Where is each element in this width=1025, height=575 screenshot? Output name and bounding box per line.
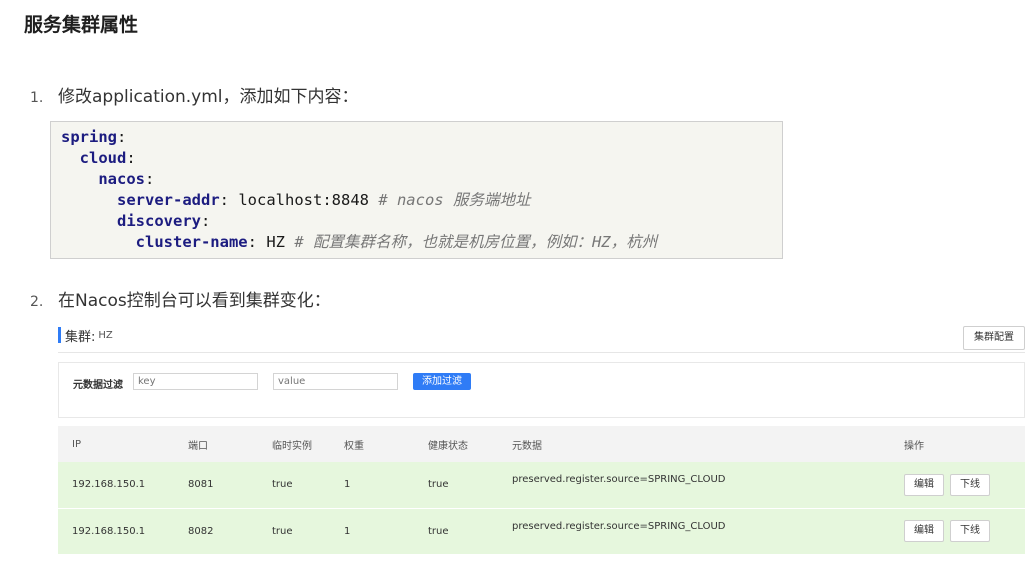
- cell-weight: 1: [330, 508, 414, 555]
- cell-ip: 192.168.150.1: [58, 462, 174, 509]
- code-val-server-addr: localhost:8848: [229, 191, 379, 209]
- cell-metadata: preserved.register.source=SPRING_CLOUD: [498, 508, 890, 555]
- column-header-port: 端口: [174, 426, 258, 462]
- table-row: 192.168.150.1 8082 true 1 true preserved…: [58, 508, 1025, 555]
- cluster-config-button[interactable]: 集群配置: [963, 326, 1025, 350]
- cell-actions: 编辑 下线: [890, 508, 1025, 555]
- code-key-cloud: cloud: [79, 149, 127, 167]
- edit-button[interactable]: 编辑: [904, 520, 944, 542]
- code-key-server-addr: server-addr: [117, 191, 220, 209]
- metadata-filter-box: 元数据过滤 添加过滤: [58, 362, 1025, 418]
- offline-button[interactable]: 下线: [950, 473, 990, 496]
- cell-ip: 192.168.150.1: [58, 508, 174, 555]
- page-title: 服务集群属性: [24, 14, 139, 36]
- edit-button[interactable]: 编辑: [904, 473, 944, 496]
- table-header-row: IP 端口 临时实例 权重 健康状态 元数据 操作: [58, 426, 1025, 462]
- code-key-nacos: nacos: [98, 170, 145, 188]
- column-header-healthy: 健康状态: [414, 426, 498, 462]
- cluster-name: HZ: [98, 329, 113, 341]
- step-1-number: 1.: [30, 90, 44, 106]
- metadata-filter-label: 元数据过滤: [73, 380, 123, 391]
- column-header-ip: IP: [58, 426, 174, 462]
- cluster-label: 集群:: [65, 329, 96, 345]
- step-2-number: 2.: [30, 294, 44, 310]
- step-1: 1. 修改application.yml，添加如下内容：: [30, 82, 359, 107]
- cluster-header: 集群: HZ: [58, 326, 113, 345]
- cell-weight: 1: [330, 462, 414, 509]
- cell-healthy: true: [414, 508, 498, 555]
- column-header-ephemeral: 临时实例: [258, 426, 330, 462]
- code-key-spring: spring: [61, 128, 117, 146]
- filter-key-input[interactable]: [133, 373, 258, 390]
- nacos-console-screenshot: 集群: HZ 集群配置 元数据过滤 添加过滤 IP 端口 临时实例 权重 健康状…: [58, 320, 1025, 570]
- step-1-text: 修改application.yml，添加如下内容：: [58, 87, 359, 107]
- cell-metadata: preserved.register.source=SPRING_CLOUD: [498, 462, 890, 509]
- code-val-cluster-name: HZ: [256, 233, 295, 251]
- cluster-accent-bar: [58, 327, 61, 343]
- filter-value-input[interactable]: [273, 373, 398, 390]
- offline-button[interactable]: 下线: [950, 520, 990, 542]
- cell-port: 8082: [174, 508, 258, 555]
- cell-ephemeral: true: [258, 508, 330, 555]
- cell-port: 8081: [174, 462, 258, 509]
- code-comment-cluster-name: # 配置集群名称，也就是机房位置，例如：HZ，杭州: [294, 233, 658, 251]
- column-header-weight: 权重: [330, 426, 414, 462]
- table-row: 192.168.150.1 8081 true 1 true preserved…: [58, 462, 1025, 509]
- code-key-discovery: discovery: [117, 212, 201, 230]
- step-2: 2. 在Nacos控制台可以看到集群变化：: [30, 286, 331, 311]
- column-header-metadata: 元数据: [498, 426, 890, 462]
- step-2-text: 在Nacos控制台可以看到集群变化：: [58, 291, 331, 311]
- cell-healthy: true: [414, 462, 498, 509]
- column-header-actions: 操作: [890, 426, 1025, 462]
- cell-ephemeral: true: [258, 462, 330, 509]
- instance-table: IP 端口 临时实例 权重 健康状态 元数据 操作 192.168.150.1 …: [58, 426, 1025, 555]
- cell-actions: 编辑 下线: [890, 462, 1025, 509]
- code-block: spring: cloud: nacos: server-addr: local…: [50, 121, 783, 259]
- add-filter-button[interactable]: 添加过滤: [413, 373, 471, 390]
- code-key-cluster-name: cluster-name: [135, 233, 248, 251]
- code-comment-server-addr: # nacos 服务端地址: [378, 191, 531, 209]
- divider: [58, 352, 1025, 353]
